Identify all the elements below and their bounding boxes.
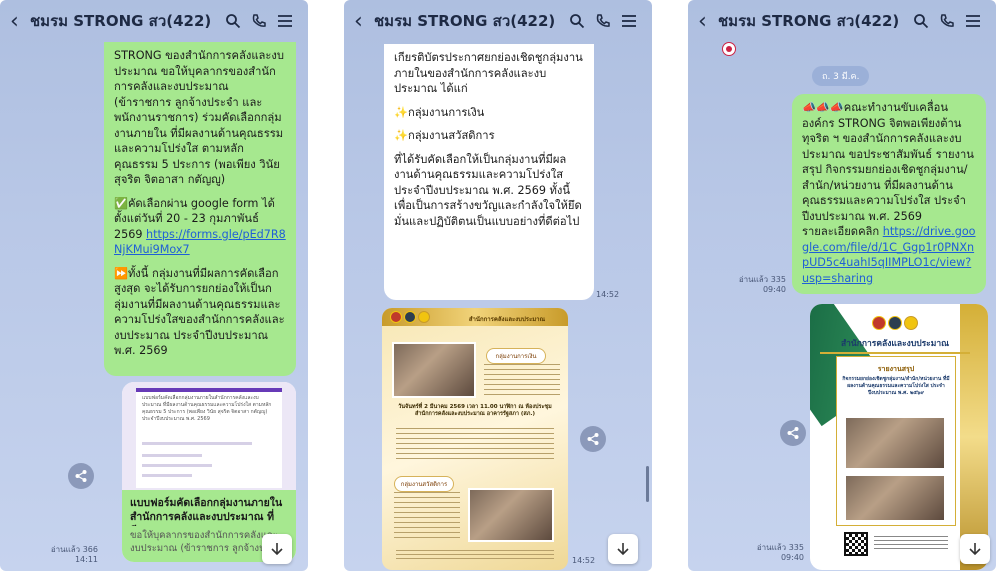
award-group-1: กลุ่มงานการเงิน (407, 105, 485, 119)
scrollbar[interactable] (646, 466, 649, 502)
chat-header: ‹ ชมรม STRONG สว(422) (688, 0, 996, 42)
chat-screen-3: ‹ ชมรม STRONG สว(422) ถ. 3 มี.ค. 📣📣📣คณะท… (688, 0, 996, 571)
message-meta: อ่านแล้ว 366 14:11 (40, 545, 98, 565)
qr-code-icon (844, 532, 868, 556)
checkmark-icon: ✅ (114, 196, 128, 210)
report-subtitle: กิจกรรมยกย่องเชิดชูกลุ่มงาน/สำนัก/หน่วยง… (842, 376, 950, 396)
menu-icon[interactable] (616, 10, 642, 32)
scroll-down-button[interactable] (960, 534, 990, 564)
message-text: ที่ได้รับคัดเลือกให้เป็นกลุ่มงานที่มีผลง… (394, 152, 582, 228)
poster-tag: กลุ่มงานการเงิน (486, 348, 546, 364)
read-count: อ่านแล้ว 335 (738, 275, 786, 284)
share-button[interactable] (780, 420, 806, 446)
poster-tag: กลุ่มงานสวัสดิการ (394, 476, 454, 492)
chat-title: ชมรม STRONG สว(422) (374, 12, 556, 30)
message-text: ทั้งนี้ กลุ่มงานที่มีผลการคัดเลือกสูงสุด… (114, 266, 285, 358)
chat-header: ‹ ชมรม STRONG สว(422) (0, 0, 308, 42)
message-time: 14:52 (596, 290, 620, 299)
logo-icon (404, 311, 416, 323)
group-photo (844, 416, 946, 470)
back-arrow-icon[interactable]: ‹ (354, 9, 374, 34)
message-text: รายละเอียดคลิก (802, 225, 880, 238)
message-text: คณะทำงานขับเคลื่อนองค์กร STRONG จิตพอเพี… (802, 101, 974, 223)
form-preview-text: แบบฟอร์มคัดเลือกกลุ่มงานภายในสำนักการคลั… (142, 395, 272, 422)
back-arrow-icon[interactable]: ‹ (10, 9, 30, 34)
event-caption: วันจันทร์ที่ 2 มีนาคม 2569 เวลา 11.00 นา… (398, 404, 552, 417)
menu-icon[interactable] (272, 10, 298, 32)
logo-icon (418, 311, 430, 323)
date-separator: ถ. 3 มี.ค. (812, 66, 870, 86)
poster-header: สำนักการคลังและงบประมาณ (468, 316, 546, 323)
message-meta: อ่านแล้ว 335 09:40 (728, 275, 786, 295)
phone-icon[interactable] (246, 10, 272, 32)
message-time: 09:40 (762, 285, 786, 294)
logo-icon (904, 316, 918, 330)
message-time: 14:52 (572, 556, 596, 565)
scroll-down-button[interactable] (608, 534, 638, 564)
menu-icon[interactable] (960, 10, 986, 32)
sparkle-icon: ✨ (394, 105, 408, 119)
report-image[interactable]: สำนักการคลังและงบประมาณ รายงานสรุป กิจกร… (810, 304, 988, 570)
logo-icon (390, 311, 402, 323)
search-icon[interactable] (220, 10, 246, 32)
message-bubble[interactable]: เกียรติบัตรประกาศยกย่องเชิดชูกลุ่มงานภาย… (384, 44, 594, 300)
message-bubble[interactable]: STRONG ของสำนักการคลังและงบประมาณ ขอให้บ… (104, 42, 296, 376)
group-photo (468, 488, 554, 542)
search-icon[interactable] (564, 10, 590, 32)
chat-title: ชมรม STRONG สว(422) (30, 12, 212, 30)
group-photo (392, 342, 476, 398)
report-header: สำนักการคลังและงบประมาณ (820, 336, 970, 354)
chat-header: ‹ ชมรม STRONG สว(422) (344, 0, 652, 42)
award-poster-image[interactable]: สำนักการคลังและงบประมาณ กลุ่มงานการเงิน … (382, 308, 568, 570)
phone-icon[interactable] (590, 10, 616, 32)
message-bubble[interactable]: 📣📣📣คณะทำงานขับเคลื่อนองค์กร STRONG จิตพอ… (792, 94, 986, 294)
megaphone-icon: 📣📣📣 (802, 101, 844, 114)
search-icon[interactable] (908, 10, 934, 32)
form-preview-image: แบบฟอร์มคัดเลือกกลุ่มงานภายในสำนักการคลั… (122, 382, 296, 490)
phone-icon[interactable] (934, 10, 960, 32)
back-arrow-icon[interactable]: ‹ (698, 9, 718, 34)
message-time: 09:40 (780, 553, 804, 562)
card-title: แบบฟอร์มคัดเลือกกลุ่มงานภายในสำนักการคลั… (130, 497, 283, 526)
chat-title: ชมรม STRONG สว(422) (718, 12, 900, 30)
scroll-down-button[interactable] (262, 534, 292, 564)
message-time: 14:11 (74, 555, 98, 564)
read-count: อ่านแล้ว 366 (50, 545, 98, 554)
chat-screen-1: ‹ ชมรม STRONG สว(422) STRONG ของสำนักการ… (0, 0, 308, 571)
report-title: รายงานสรุป (877, 365, 915, 373)
sticker-icon (722, 42, 736, 56)
read-count: อ่านแล้ว 335 (756, 543, 804, 552)
message-text: เกียรติบัตรประกาศยกย่องเชิดชูกลุ่มงานภาย… (394, 51, 583, 95)
logo-icon (872, 316, 886, 330)
arrow-icon: ⏩ (114, 266, 128, 280)
group-photo (844, 474, 946, 522)
logo-icon (888, 316, 902, 330)
share-button[interactable] (580, 426, 606, 452)
message-meta: อ่านแล้ว 335 09:40 (746, 543, 804, 563)
message-text: STRONG ของสำนักการคลังและงบประมาณ ขอให้บ… (114, 49, 284, 186)
award-group-2: กลุ่มงานสวัสดิการ (407, 129, 495, 142)
chat-screen-2: ‹ ชมรม STRONG สว(422) เกียรติบัตรประกาศย… (344, 0, 652, 571)
share-button[interactable] (68, 463, 94, 489)
sparkle-icon: ✨ (394, 129, 408, 142)
